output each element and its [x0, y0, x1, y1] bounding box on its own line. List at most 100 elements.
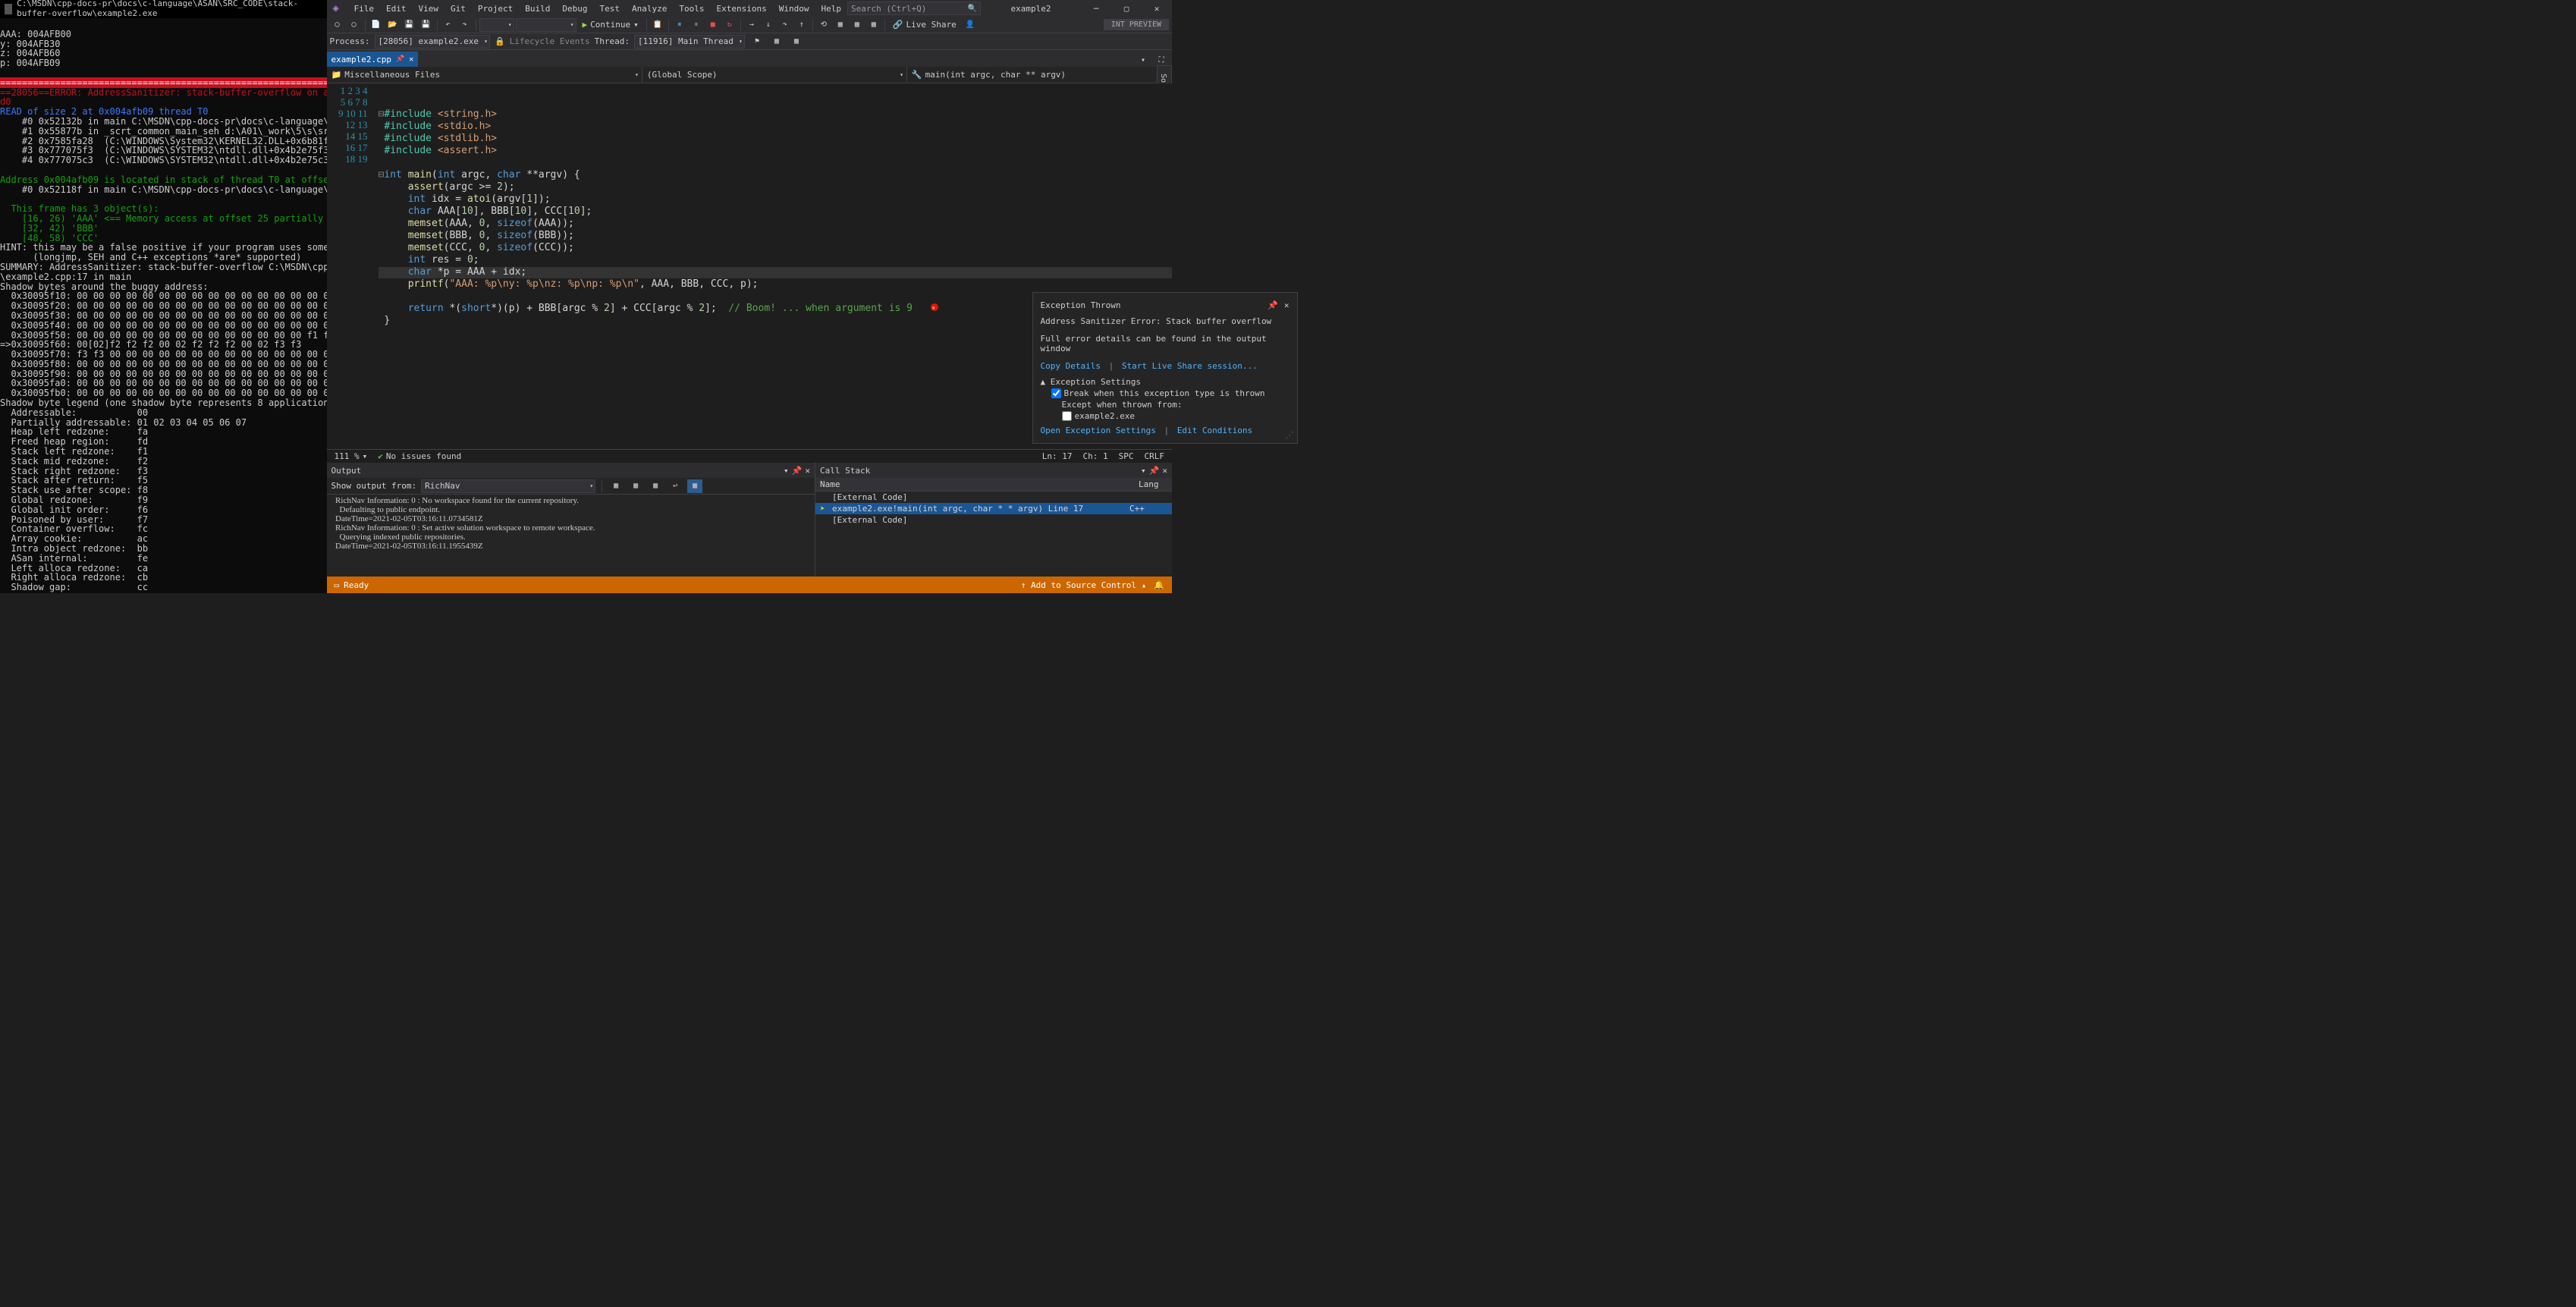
- output-tool-3[interactable]: ▦: [648, 479, 663, 493]
- no-issues-indicator[interactable]: ✔No issues found: [378, 451, 461, 461]
- menu-file[interactable]: File: [348, 2, 381, 16]
- live-share-button[interactable]: 🔗 Live Share: [888, 20, 961, 30]
- stack-frame-button[interactable]: ▦: [769, 35, 784, 49]
- step-over-button[interactable]: ↷: [778, 18, 793, 32]
- output-from-dropdown[interactable]: RichNav: [421, 479, 595, 493]
- cursor-line: Ln: 17: [1042, 451, 1073, 461]
- continue-button[interactable]: ▶Continue ▾: [578, 20, 643, 30]
- thread-dropdown[interactable]: [11916] Main Thread: [634, 35, 745, 49]
- menu-test[interactable]: Test: [594, 2, 627, 16]
- pause-button[interactable]: ⏸: [689, 18, 704, 32]
- back-button[interactable]: ◯: [330, 18, 345, 32]
- menu-help[interactable]: Help: [815, 2, 848, 16]
- copy-details-link[interactable]: Copy Details: [1041, 361, 1101, 371]
- new-item-button[interactable]: 📄: [369, 18, 384, 32]
- output-clear-button[interactable]: ▦: [687, 479, 702, 493]
- step-out-button[interactable]: ↑: [794, 18, 809, 32]
- tool-button-4[interactable]: ▦: [866, 18, 881, 32]
- process-dropdown[interactable]: [28056] example2.exe: [375, 35, 490, 49]
- output-tool-1[interactable]: ▦: [608, 479, 624, 493]
- tab-example2-cpp[interactable]: example2.cpp 📌 ✕: [327, 52, 419, 67]
- vs-logo-icon[interactable]: ◈: [327, 0, 345, 17]
- menu-extensions[interactable]: Extensions: [711, 2, 773, 16]
- callstack-row[interactable]: [External Code]: [815, 492, 1172, 503]
- step-button-1[interactable]: 📋: [650, 18, 665, 32]
- tool-button-3[interactable]: ▦: [850, 18, 865, 32]
- callstack-row[interactable]: [External Code]: [815, 514, 1172, 526]
- output-tool-2[interactable]: ▦: [628, 479, 643, 493]
- zoom-dropdown[interactable]: 111 % ▾: [335, 451, 368, 461]
- edit-conditions-link[interactable]: Edit Conditions: [1177, 426, 1252, 435]
- add-source-control-button[interactable]: ↑ Add to Source Control ▴: [1021, 580, 1147, 590]
- menu-debug[interactable]: Debug: [556, 2, 593, 16]
- callstack-dropdown-button[interactable]: ▾: [1141, 466, 1146, 476]
- forward-button[interactable]: ◯: [347, 18, 362, 32]
- menu-window[interactable]: Window: [773, 2, 815, 16]
- output-pin-button[interactable]: 📌: [792, 466, 803, 476]
- open-button[interactable]: 📂: [385, 18, 401, 32]
- output-wrap-button[interactable]: ↩: [668, 479, 683, 493]
- menu-git[interactable]: Git: [445, 2, 472, 16]
- save-all-button[interactable]: 💾: [419, 18, 434, 32]
- search-input[interactable]: Search (Ctrl+Q): [847, 2, 981, 15]
- resize-grip-icon[interactable]: ⋰: [1286, 430, 1294, 440]
- live-share-link[interactable]: Start Live Share session...: [1122, 361, 1258, 371]
- redo-button[interactable]: ↷: [457, 18, 473, 32]
- exception-settings-header[interactable]: ▲ Exception Settings: [1041, 377, 1290, 387]
- callstack-row-current[interactable]: ➤ example2.exe!main(int argc, char * * a…: [815, 503, 1172, 514]
- exception-close-button[interactable]: ✕: [1284, 300, 1290, 310]
- menu-build[interactable]: Build: [519, 2, 556, 16]
- flag-button[interactable]: ⚑: [749, 35, 765, 49]
- step-into-button[interactable]: ↓: [761, 18, 776, 32]
- except-from-label: Except when thrown from:: [1051, 400, 1290, 410]
- tab-close-icon[interactable]: ✕: [409, 55, 413, 64]
- menu-project[interactable]: Project: [472, 2, 519, 16]
- exception-indicator-icon[interactable]: [931, 303, 938, 311]
- output-dropdown-button[interactable]: ▾: [784, 466, 789, 476]
- nav-member-dropdown[interactable]: 🔧main(int argc, char ** argv): [907, 67, 1172, 83]
- pin-icon[interactable]: 📌: [396, 55, 404, 63]
- stop-button[interactable]: ■: [705, 18, 721, 32]
- lifecycle-label[interactable]: Lifecycle Events: [510, 36, 590, 46]
- break-all-button[interactable]: ⏸: [672, 18, 687, 32]
- minimize-button[interactable]: ─: [1081, 0, 1111, 17]
- console-titlebar[interactable]: C:\MSDN\cpp-docs-pr\docs\c-language\ASAN…: [0, 0, 327, 18]
- tool-button-2[interactable]: ▦: [833, 18, 848, 32]
- menu-analyze[interactable]: Analyze: [626, 2, 673, 16]
- nav-scope-dropdown[interactable]: (Global Scope): [642, 67, 907, 83]
- document-tabs: example2.cpp 📌 ✕ ▾ ⛶: [327, 50, 1172, 67]
- callstack-pin-button[interactable]: 📌: [1149, 466, 1160, 476]
- debug-tool-button[interactable]: ▦: [789, 35, 804, 49]
- callstack-col-lang[interactable]: Lang: [1134, 478, 1172, 491]
- cursor-char: Ch: 1: [1083, 451, 1108, 461]
- menu-tools[interactable]: Tools: [673, 2, 710, 16]
- config-dropdown[interactable]: [479, 18, 514, 32]
- int-preview-badge: INT PREVIEW: [1104, 19, 1169, 30]
- feedback-button[interactable]: 👤: [963, 18, 978, 32]
- maximize-button[interactable]: ▢: [1111, 0, 1142, 17]
- output-text[interactable]: RichNav Information: 0 : No workspace fo…: [327, 495, 815, 577]
- restart-button[interactable]: ↻: [722, 18, 737, 32]
- save-button[interactable]: 💾: [402, 18, 417, 32]
- callstack-close-button[interactable]: ✕: [1162, 466, 1167, 476]
- notifications-button[interactable]: 🔔: [1154, 580, 1164, 590]
- tool-button-1[interactable]: ⟲: [816, 18, 831, 32]
- exception-pin-button[interactable]: 📌: [1268, 300, 1278, 310]
- menu-view[interactable]: View: [413, 2, 445, 16]
- main-menu: File Edit View Git Project Build Debug T…: [348, 2, 847, 16]
- callstack-col-name[interactable]: Name: [815, 478, 1134, 491]
- open-settings-link[interactable]: Open Exception Settings: [1041, 426, 1156, 435]
- platform-dropdown[interactable]: [516, 18, 576, 32]
- show-next-button[interactable]: →: [744, 18, 759, 32]
- menu-edit[interactable]: Edit: [380, 2, 413, 16]
- line-ending[interactable]: CRLF: [1145, 451, 1165, 461]
- tab-overflow-button[interactable]: ▾: [1136, 53, 1151, 67]
- break-on-exception-checkbox[interactable]: [1051, 388, 1061, 398]
- undo-button[interactable]: ↶: [441, 18, 456, 32]
- except-module-checkbox[interactable]: [1062, 411, 1072, 421]
- close-button[interactable]: ✕: [1142, 0, 1172, 17]
- line-numbers: 1 2 3 4 5 6 7 8 9 10 11 12 13 14 15 16 1…: [336, 83, 379, 449]
- indent-mode[interactable]: SPC: [1119, 451, 1134, 461]
- nav-project-dropdown[interactable]: 📁Miscellaneous Files: [327, 67, 642, 83]
- output-close-button[interactable]: ✕: [805, 466, 810, 476]
